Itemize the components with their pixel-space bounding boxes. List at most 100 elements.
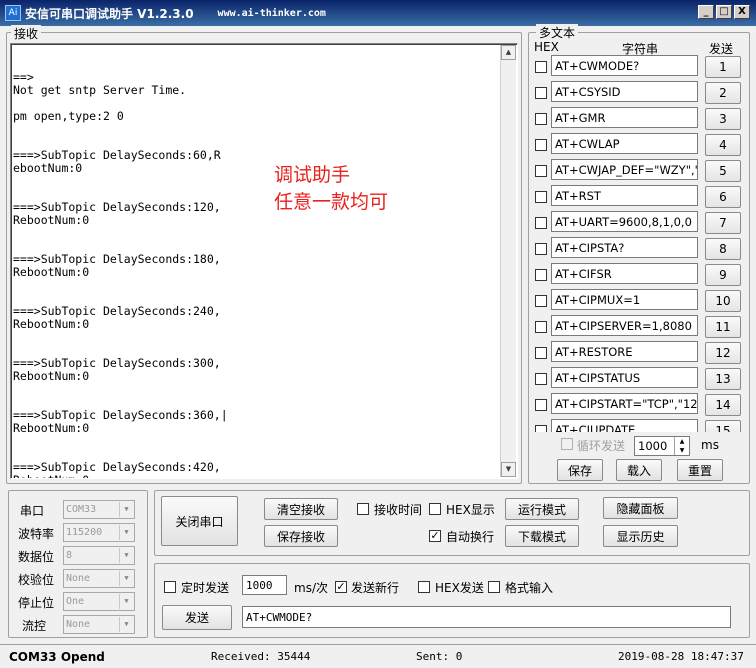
hide-panel-button[interactable]: 隐藏面板 (603, 497, 678, 519)
row-string-value: AT+RST (555, 188, 601, 203)
hex-display-checkbox[interactable] (429, 503, 441, 515)
row-send-button[interactable]: 13 (705, 368, 741, 390)
parity-chevron-down-icon: ▼ (119, 571, 133, 586)
row-send-button[interactable]: 4 (705, 134, 741, 156)
stopbits-select[interactable]: One ▼ (63, 592, 135, 611)
row-string-input[interactable]: AT+CIPSERVER=1,8080 (551, 315, 698, 336)
row-string-value: AT+CSYSID (555, 84, 621, 99)
multi-text-row: AT+UART=9600,8,1,0,0 7 (532, 210, 744, 234)
row-string-input[interactable]: AT+CWLAP (551, 133, 698, 154)
format-input-checkbox[interactable] (488, 581, 500, 593)
run-mode-button[interactable]: 运行模式 (505, 498, 579, 520)
row-send-button[interactable]: 11 (705, 316, 741, 338)
reset-multi-button[interactable]: 重置 (677, 459, 723, 481)
row-string-input[interactable]: AT+CWJAP_DEF="WZY","\ (551, 159, 698, 180)
loop-send-checkbox[interactable] (561, 438, 573, 450)
loop-interval-spinner[interactable]: ▲ ▼ (674, 437, 689, 455)
minimize-button[interactable]: _ (698, 5, 714, 19)
row-hex-checkbox[interactable] (535, 321, 547, 333)
loop-send-label: 循环发送 (577, 439, 626, 453)
send-newline-checkbox[interactable] (335, 581, 347, 593)
hex-send-checkbox[interactable] (418, 581, 430, 593)
row-string-input[interactable]: AT+CIPSTATUS (551, 367, 698, 388)
row-string-input[interactable]: AT+CIUPDATE (551, 419, 698, 432)
multi-text-row: AT+CIUPDATE 15 (532, 418, 744, 432)
row-hex-checkbox[interactable] (535, 373, 547, 385)
port-select[interactable]: COM33 ▼ (63, 500, 135, 519)
row-hex-checkbox[interactable] (535, 61, 547, 73)
row-hex-checkbox[interactable] (535, 217, 547, 229)
download-mode-button[interactable]: 下载模式 (505, 525, 579, 547)
window-url: www.ai-thinker.com (217, 7, 326, 19)
close-button[interactable]: X (734, 5, 750, 19)
close-port-button[interactable]: 关闭串口 (161, 496, 238, 546)
flow-value: None (66, 619, 91, 630)
clear-receive-button[interactable]: 清空接收 (264, 498, 338, 520)
row-hex-checkbox[interactable] (535, 425, 547, 432)
save-receive-button[interactable]: 保存接收 (264, 525, 338, 547)
hex-send-label: HEX发送 (435, 581, 484, 595)
row-string-input[interactable]: AT+UART=9600,8,1,0,0 (551, 211, 698, 232)
spin-down-icon[interactable]: ▼ (675, 446, 689, 455)
scroll-up-icon[interactable]: ▲ (501, 45, 516, 60)
row-send-button[interactable]: 3 (705, 108, 741, 130)
row-send-button[interactable]: 5 (705, 160, 741, 182)
send-input[interactable]: AT+CWMODE? (242, 606, 731, 628)
timed-send-checkbox[interactable] (164, 581, 176, 593)
row-hex-checkbox[interactable] (535, 269, 547, 281)
save-multi-button[interactable]: 保存 (557, 459, 603, 481)
row-string-input[interactable]: AT+RESTORE (551, 341, 698, 362)
flow-select[interactable]: None ▼ (63, 615, 135, 634)
row-send-button[interactable]: 15 (705, 420, 741, 432)
sent-count: Sent: 0 (416, 650, 463, 663)
spin-up-icon[interactable]: ▲ (675, 437, 689, 446)
auto-newline-checkbox[interactable] (429, 530, 441, 542)
multi-text-row: AT+CSYSID 2 (532, 80, 744, 104)
show-history-button[interactable]: 显示历史 (603, 525, 678, 547)
load-multi-button[interactable]: 载入 (616, 459, 662, 481)
row-send-button[interactable]: 6 (705, 186, 741, 208)
row-hex-checkbox[interactable] (535, 113, 547, 125)
row-string-input[interactable]: AT+CIPSTA? (551, 237, 698, 258)
row-string-input[interactable]: AT+CIPMUX=1 (551, 289, 698, 310)
row-send-button[interactable]: 7 (705, 212, 741, 234)
row-send-button[interactable]: 10 (705, 290, 741, 312)
row-send-button[interactable]: 12 (705, 342, 741, 364)
receive-time-checkbox[interactable] (357, 503, 369, 515)
interval-input[interactable]: 1000 (242, 575, 287, 595)
scroll-down-icon[interactable]: ▼ (501, 462, 516, 477)
row-string-input[interactable]: AT+CIFSR (551, 263, 698, 284)
row-string-input[interactable]: AT+GMR (551, 107, 698, 128)
row-hex-checkbox[interactable] (535, 243, 547, 255)
send-input-value: AT+CWMODE? (246, 610, 313, 624)
row-string-input[interactable]: AT+CSYSID (551, 81, 698, 102)
databits-select[interactable]: 8 ▼ (63, 546, 135, 565)
row-hex-checkbox[interactable] (535, 399, 547, 411)
row-hex-checkbox[interactable] (535, 191, 547, 203)
row-string-input[interactable]: AT+CWMODE? (551, 55, 698, 76)
row-hex-checkbox[interactable] (535, 139, 547, 151)
stopbits-chevron-down-icon: ▼ (119, 594, 133, 609)
row-send-button[interactable]: 8 (705, 238, 741, 260)
parity-select[interactable]: None ▼ (63, 569, 135, 588)
row-hex-checkbox[interactable] (535, 165, 547, 177)
receive-scrollbar[interactable]: ▲ ▼ (500, 45, 516, 477)
baud-select[interactable]: 115200 ▼ (63, 523, 135, 542)
databits-label: 数据位 (18, 550, 55, 564)
row-send-button[interactable]: 1 (705, 56, 741, 78)
receive-textarea[interactable]: ==> Not get sntp Server Time. pm open,ty… (10, 43, 518, 479)
row-string-value: AT+CIPSTATUS (555, 370, 641, 385)
multi-text-legend: 多文本 (536, 24, 579, 41)
row-send-button[interactable]: 9 (705, 264, 741, 286)
send-button[interactable]: 发送 (162, 605, 232, 630)
row-send-button[interactable]: 2 (705, 82, 741, 104)
row-hex-checkbox[interactable] (535, 347, 547, 359)
row-hex-checkbox[interactable] (535, 295, 547, 307)
row-send-button[interactable]: 14 (705, 394, 741, 416)
row-string-input[interactable]: AT+RST (551, 185, 698, 206)
row-string-input[interactable]: AT+CIPSTART="TCP","122 (551, 393, 698, 414)
parity-value: None (66, 573, 91, 584)
row-hex-checkbox[interactable] (535, 87, 547, 99)
datetime: 2019-08-28 18:47:37 (618, 650, 744, 663)
maximize-button[interactable]: □ (716, 5, 732, 19)
